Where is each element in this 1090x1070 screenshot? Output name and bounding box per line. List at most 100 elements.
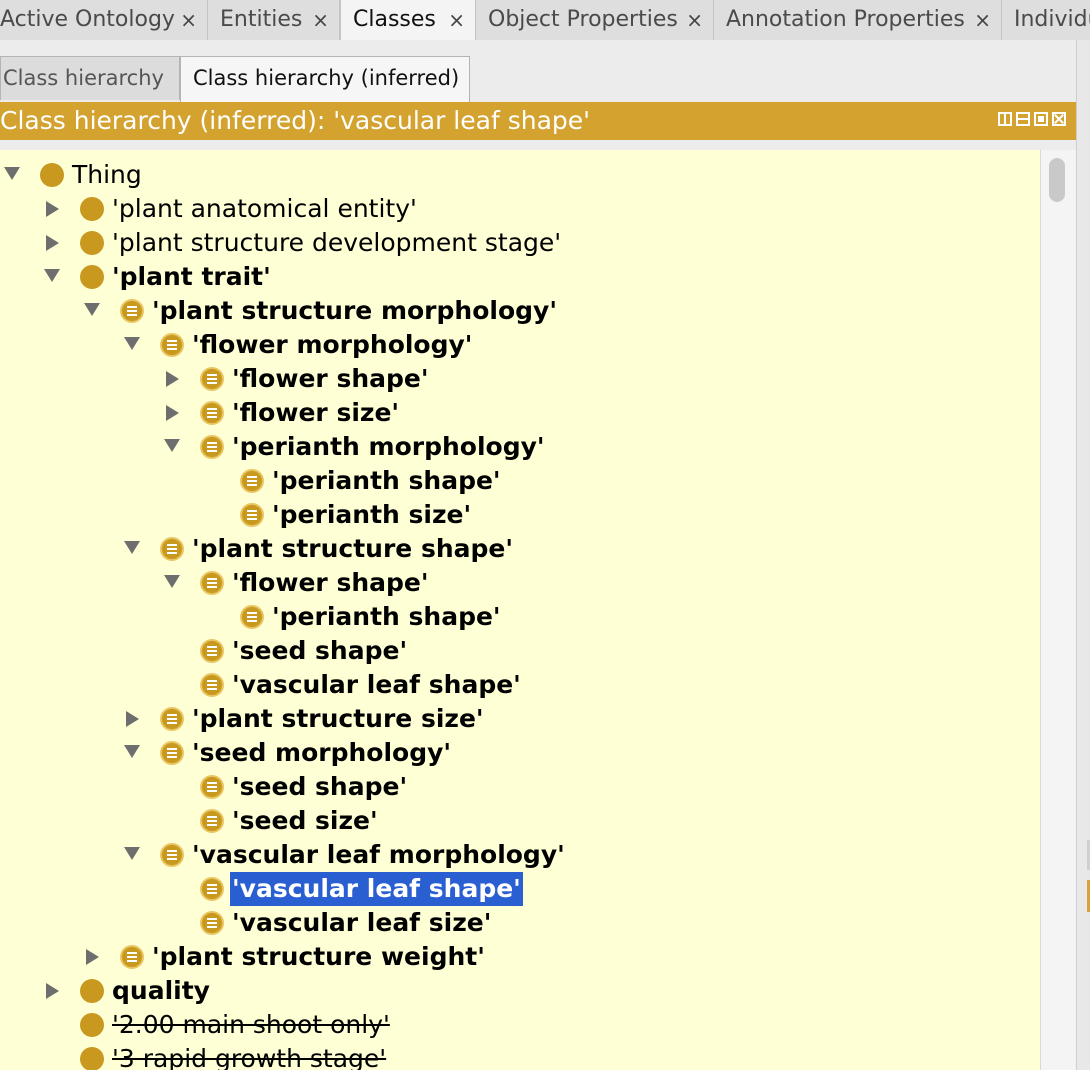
tab-class-hierarchy[interactable]: Class hierarchy: [0, 56, 180, 100]
tree-node[interactable]: 'perianth size': [0, 498, 1040, 532]
tree-node[interactable]: 'perianth shape': [0, 464, 1040, 498]
defined-class-icon: [200, 877, 224, 901]
tree-node[interactable]: 'seed morphology': [0, 736, 1040, 770]
defined-class-icon: [200, 367, 224, 391]
close-icon[interactable]: ×: [974, 0, 991, 40]
tree-node[interactable]: 'perianth shape': [0, 600, 1040, 634]
class-icon: [80, 1013, 104, 1037]
tree-node[interactable]: 'seed shape': [0, 770, 1040, 804]
tree-node-label: 'perianth shape': [272, 466, 501, 495]
expand-arrow-right-icon[interactable]: [86, 949, 99, 965]
view-title: Class hierarchy (inferred): 'vascular le…: [0, 106, 591, 135]
defined-class-icon: [160, 333, 184, 357]
expand-arrow-down-icon[interactable]: [124, 337, 140, 350]
defined-class-icon: [240, 469, 264, 493]
tree-node[interactable]: 'vascular leaf shape': [0, 872, 1040, 906]
tree-node[interactable]: 'perianth morphology': [0, 430, 1040, 464]
tree-node[interactable]: 'vascular leaf size': [0, 906, 1040, 940]
expand-arrow-right-icon[interactable]: [46, 201, 59, 217]
defined-class-icon: [120, 945, 144, 969]
defined-class-icon: [120, 299, 144, 323]
tree-node[interactable]: '2.00 main shoot only': [0, 1008, 1040, 1042]
tab-active-ontology[interactable]: Active Ontology ×: [0, 0, 208, 40]
tab-label: Annotation Properties: [726, 7, 965, 32]
tree-node[interactable]: 'flower size': [0, 396, 1040, 430]
tree-node[interactable]: 'flower morphology': [0, 328, 1040, 362]
tab-label: Class hierarchy: [3, 66, 164, 90]
split-horizontal-icon[interactable]: [1016, 112, 1030, 126]
tree-node[interactable]: quality: [0, 974, 1040, 1008]
tree-node-label: '3 rapid growth stage': [112, 1044, 387, 1070]
tree-node[interactable]: 'plant structure morphology': [0, 294, 1040, 328]
tree-node[interactable]: 'flower shape': [0, 362, 1040, 396]
expand-arrow-down-icon[interactable]: [124, 745, 140, 758]
expand-arrow-right-icon[interactable]: [166, 371, 179, 387]
tree-node-label: 'plant structure weight': [152, 942, 485, 971]
expand-arrow-right-icon[interactable]: [166, 405, 179, 421]
tree-node-label: 'vascular leaf morphology': [192, 840, 565, 869]
tree-node-label: 'perianth size': [272, 500, 472, 529]
close-view-icon[interactable]: [1052, 112, 1066, 126]
tab-object-properties[interactable]: Object Properties ×: [476, 0, 714, 40]
expand-arrow-down-icon[interactable]: [164, 575, 180, 588]
split-vertical-icon[interactable]: [998, 112, 1012, 126]
tree-node[interactable]: 'plant anatomical entity': [0, 192, 1040, 226]
maximize-icon[interactable]: [1034, 112, 1048, 126]
tree-node[interactable]: 'flower shape': [0, 566, 1040, 600]
tree-node[interactable]: 'seed size': [0, 804, 1040, 838]
tab-annotation-properties[interactable]: Annotation Properties ×: [714, 0, 1002, 40]
expand-arrow-down-icon[interactable]: [124, 541, 140, 554]
tab-individuals[interactable]: Individu: [1002, 0, 1090, 40]
expand-arrow-down-icon[interactable]: [124, 847, 140, 860]
tree-node[interactable]: 'plant structure shape': [0, 532, 1040, 566]
expand-arrow-down-icon[interactable]: [84, 303, 100, 316]
ontology-tab-bar: Active Ontology × Entities × Classes × O…: [0, 0, 1090, 41]
tree-node[interactable]: 'plant trait': [0, 260, 1040, 294]
tree-node-label: 'plant structure morphology': [152, 296, 557, 325]
defined-class-icon: [200, 673, 224, 697]
close-icon[interactable]: ×: [312, 0, 329, 40]
tab-class-hierarchy-inferred[interactable]: Class hierarchy (inferred): [180, 56, 470, 102]
expand-arrow-down-icon[interactable]: [164, 439, 180, 452]
expand-arrow-right-icon[interactable]: [46, 235, 59, 251]
tree-node[interactable]: 'plant structure weight': [0, 940, 1040, 974]
tree-node[interactable]: Thing: [0, 158, 1040, 192]
defined-class-icon: [200, 911, 224, 935]
defined-class-icon: [240, 605, 264, 629]
defined-class-icon: [160, 537, 184, 561]
tab-label: Active Ontology: [0, 7, 175, 32]
defined-class-icon: [200, 435, 224, 459]
tree-node-label: quality: [112, 976, 210, 1005]
class-icon: [80, 265, 104, 289]
tree-node[interactable]: '3 rapid growth stage': [0, 1042, 1040, 1070]
tab-entities[interactable]: Entities ×: [208, 0, 340, 40]
adjacent-panel-edge: [1076, 40, 1090, 1070]
tree-node[interactable]: 'vascular leaf morphology': [0, 838, 1040, 872]
tree-node[interactable]: 'seed shape': [0, 634, 1040, 668]
tab-label: Entities: [220, 7, 303, 32]
defined-class-icon: [200, 639, 224, 663]
defined-class-icon: [160, 843, 184, 867]
expand-arrow-down-icon[interactable]: [44, 269, 60, 282]
close-icon[interactable]: ×: [448, 0, 465, 40]
class-icon: [40, 163, 64, 187]
expand-arrow-right-icon[interactable]: [46, 983, 59, 999]
vertical-scrollbar[interactable]: [1040, 150, 1076, 1070]
class-icon: [80, 1047, 104, 1070]
defined-class-icon: [200, 571, 224, 595]
tree-node[interactable]: 'vascular leaf shape': [0, 668, 1040, 702]
tree-node-label: 'flower shape': [232, 568, 429, 597]
expand-arrow-down-icon[interactable]: [4, 167, 20, 180]
scrollbar-thumb[interactable]: [1049, 158, 1065, 202]
tree-node[interactable]: 'plant structure size': [0, 702, 1040, 736]
tree-node[interactable]: 'plant structure development stage': [0, 226, 1040, 260]
tree-node-label: 'vascular leaf shape': [232, 670, 521, 699]
tree-node-label: Thing: [72, 160, 142, 189]
tree-node-label: 'plant trait': [112, 262, 271, 291]
tab-label: Object Properties: [488, 7, 678, 32]
close-icon[interactable]: ×: [180, 0, 197, 40]
close-icon[interactable]: ×: [686, 0, 703, 40]
divider: [0, 140, 1076, 150]
tab-classes[interactable]: Classes ×: [340, 0, 476, 41]
expand-arrow-right-icon[interactable]: [126, 711, 139, 727]
